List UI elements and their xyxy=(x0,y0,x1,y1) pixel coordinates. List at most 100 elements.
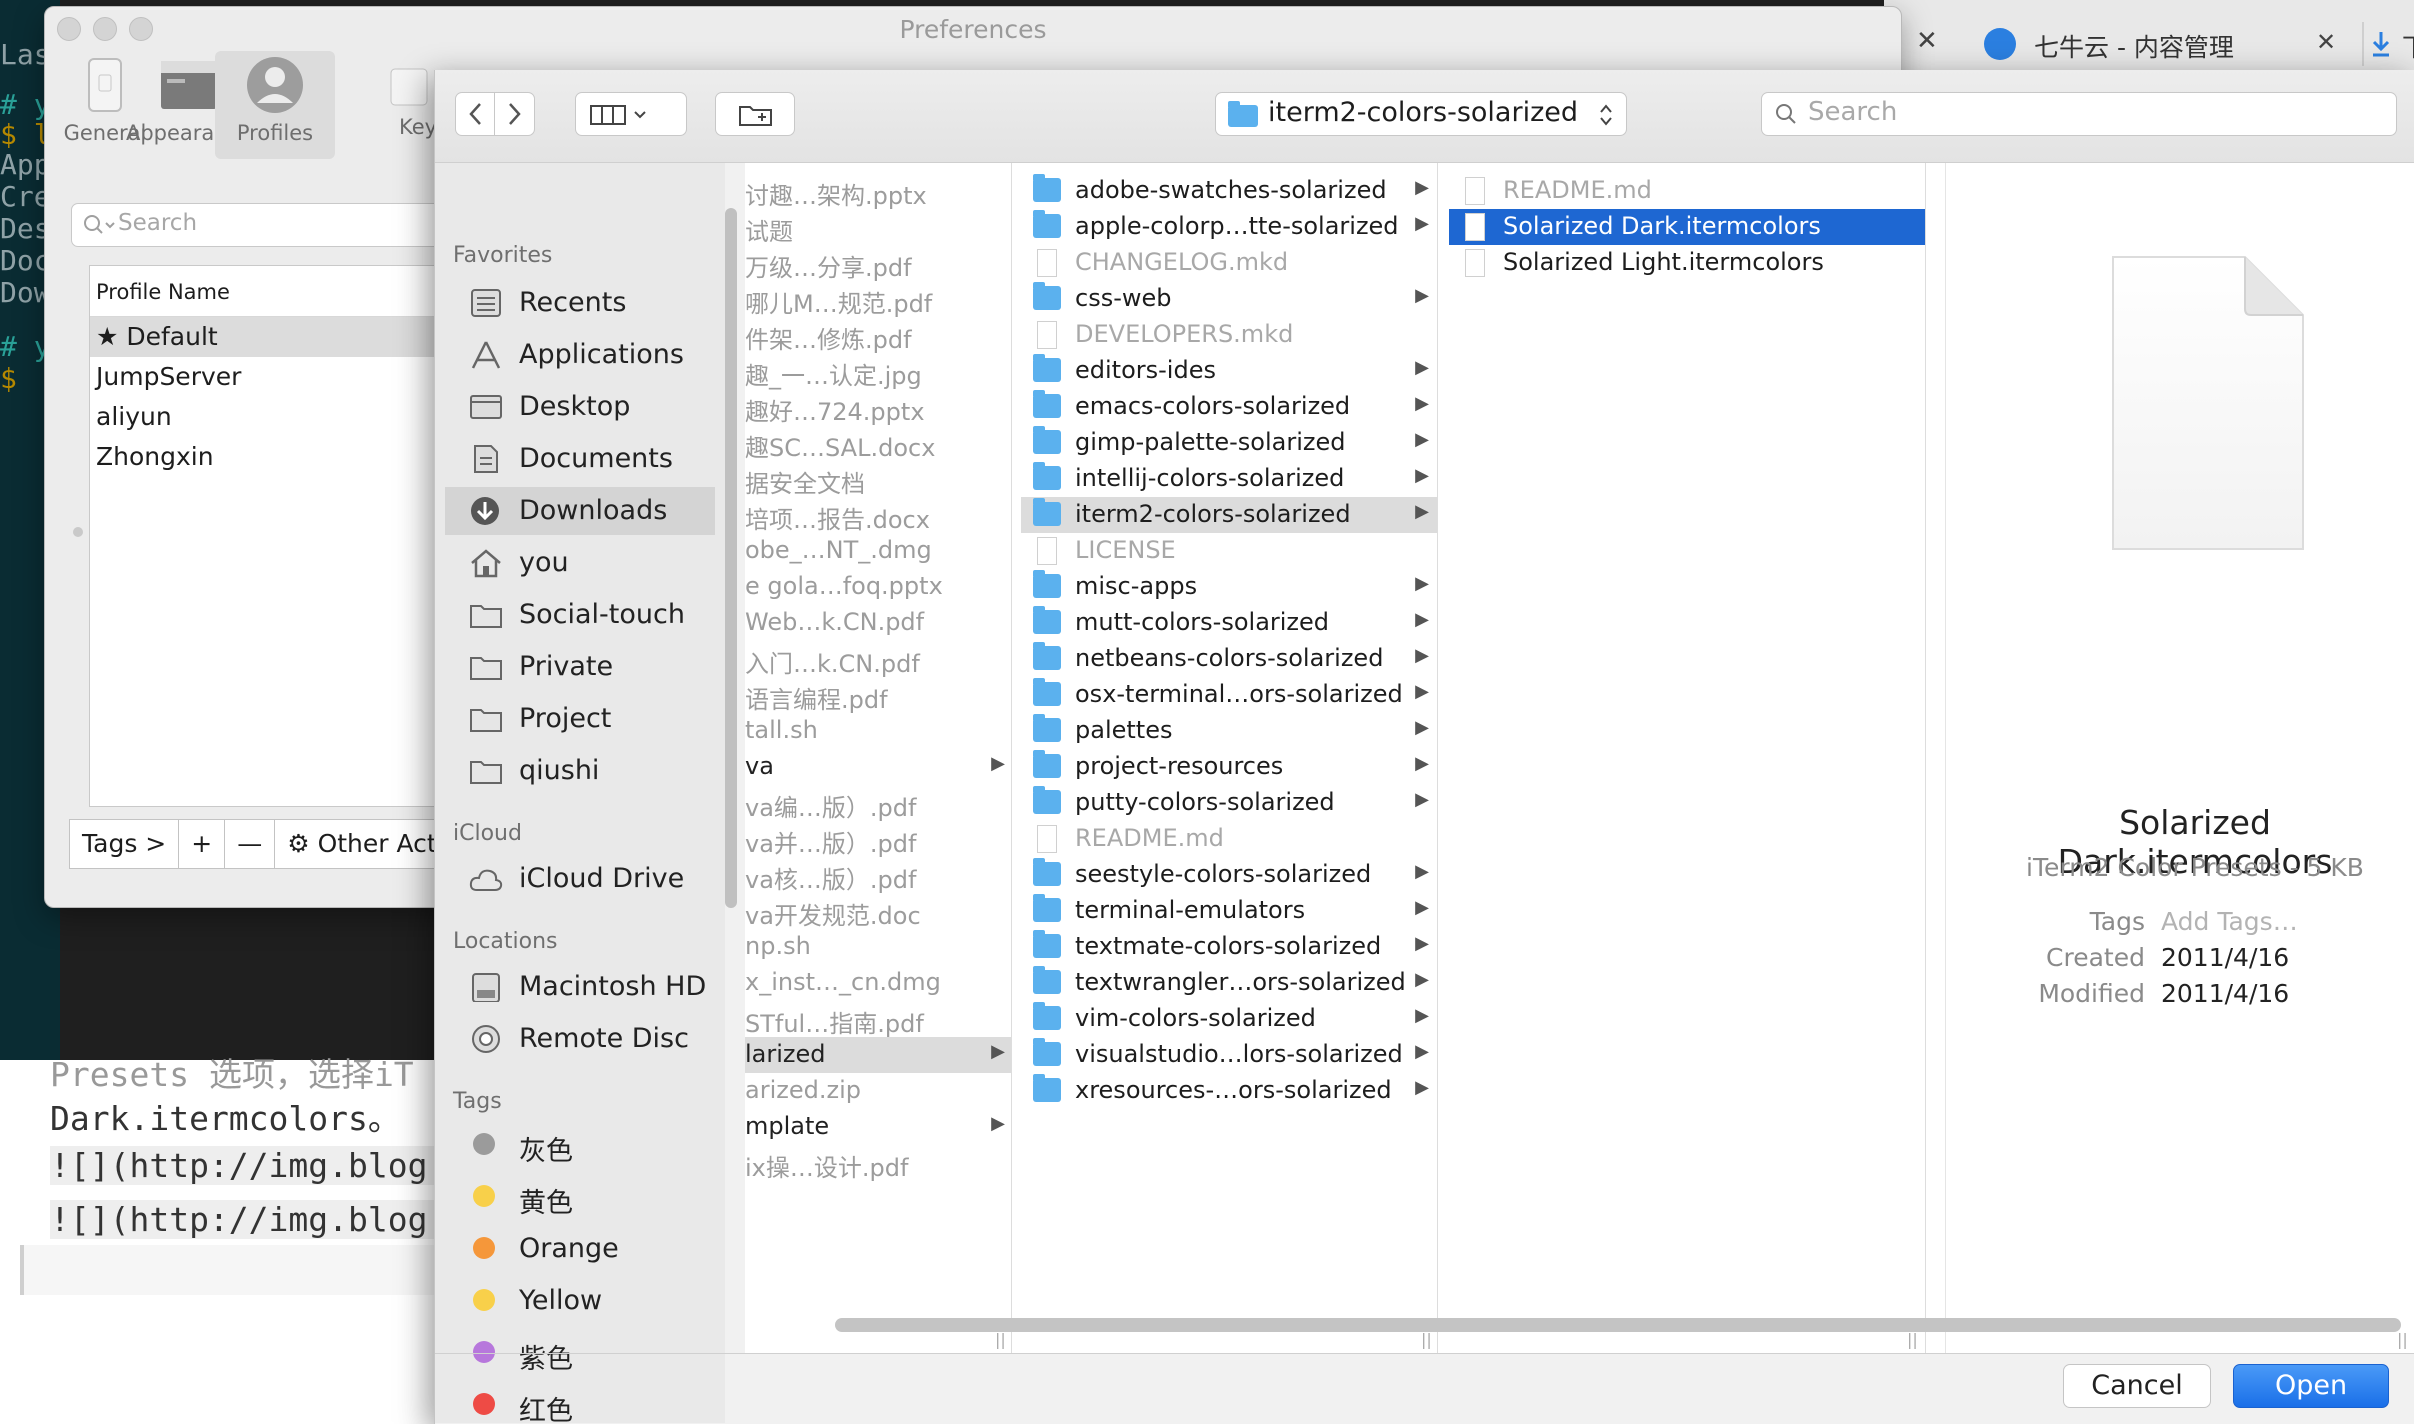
folder-list-item[interactable]: textwrangler…ors-solarized ▶ xyxy=(1021,965,1437,1001)
cancel-button[interactable]: Cancel xyxy=(2063,1364,2211,1408)
browser-tab[interactable]: 七牛云 - 内容管理 ✕ xyxy=(1984,22,2384,68)
sidebar-tag-orange[interactable]: Orange xyxy=(435,1225,715,1273)
file-list-item[interactable]: 讨趣…架构.pptx xyxy=(745,173,1011,210)
tags-button[interactable]: Tags > xyxy=(69,819,180,869)
file-list-item[interactable]: 件架…修炼.pdf xyxy=(745,317,1011,354)
folder-list-item[interactable]: intellij-colors-solarized ▶ xyxy=(1021,461,1437,497)
file-list-item[interactable]: mplate ▶ xyxy=(745,1109,1011,1145)
file-list-item[interactable]: arized.zip xyxy=(745,1073,1011,1109)
folder-list-item[interactable]: editors-ides ▶ xyxy=(1021,353,1437,389)
horizontal-scrollbar-thumb[interactable] xyxy=(835,1318,2401,1332)
column-resize-handle[interactable]: || xyxy=(2397,1330,2408,1349)
folder-list-item[interactable]: seestyle-colors-solarized ▶ xyxy=(1021,857,1437,893)
sidebar-item-social-touch[interactable]: Social-touch xyxy=(435,591,715,639)
sidebar-item-desktop[interactable]: Desktop xyxy=(435,383,715,431)
folder-list-item[interactable]: osx-terminal…ors-solarized ▶ xyxy=(1021,677,1437,713)
column-resize-handle[interactable]: || xyxy=(1907,1330,1918,1349)
column-divider[interactable] xyxy=(1437,163,1438,1353)
folder-list-item[interactable]: project-resources ▶ xyxy=(1021,749,1437,785)
file-list-item[interactable]: va开发规范.doc xyxy=(745,893,1011,930)
file-list-item[interactable]: LICENSE xyxy=(1021,533,1437,569)
add-profile-button[interactable]: + xyxy=(178,819,226,869)
sidebar-item-documents[interactable]: Documents xyxy=(435,435,715,483)
new-folder-button[interactable] xyxy=(715,92,795,136)
sidebar-item-private[interactable]: Private xyxy=(435,643,715,691)
remove-profile-button[interactable]: — xyxy=(224,819,276,869)
tab-close-icon[interactable]: ✕ xyxy=(2316,28,2336,56)
sidebar-item-qiushi[interactable]: qiushi xyxy=(435,747,715,795)
sidebar-item-macintosh-hd[interactable]: Macintosh HD xyxy=(435,963,715,1011)
browser-tab-next[interactable]: 下 xyxy=(2362,26,2414,66)
file-list-item[interactable]: 培项…报告.docx xyxy=(745,497,1011,534)
file-list-item[interactable]: 试题 xyxy=(745,209,1011,246)
path-popup-button[interactable]: iterm2-colors-solarized xyxy=(1215,92,1627,136)
folder-list-item[interactable]: iterm2-colors-solarized ▶ xyxy=(1021,497,1437,533)
sidebar-item-you[interactable]: you xyxy=(435,539,715,587)
file-list-item[interactable]: 万级…分享.pdf xyxy=(745,245,1011,282)
markdown-editor[interactable]: Presets 选项，选择iT Dark.itermcolors。 ![](ht… xyxy=(0,1055,448,1424)
file-list-item[interactable]: Solarized Dark.itermcolors xyxy=(1449,209,1925,245)
sidebar-tag-red[interactable]: 红色 xyxy=(435,1381,715,1423)
file-list-item[interactable]: x_inst…_cn.dmg xyxy=(745,965,1011,1001)
file-list-item[interactable]: DEVELOPERS.mkd xyxy=(1021,317,1437,353)
folder-list-item[interactable]: mutt-colors-solarized ▶ xyxy=(1021,605,1437,641)
file-list-item[interactable]: 语言编程.pdf xyxy=(745,677,1011,714)
folder-list-item[interactable]: css-web ▶ xyxy=(1021,281,1437,317)
sidebar-tag-yellow-cn[interactable]: 黄色 xyxy=(435,1173,715,1221)
splitter-handle[interactable] xyxy=(73,527,83,537)
folder-list-item[interactable]: adobe-swatches-solarized ▶ xyxy=(1021,173,1437,209)
sidebar-item-icloud-drive[interactable]: iCloud Drive xyxy=(435,855,715,903)
folder-list-item[interactable]: gimp-palette-solarized ▶ xyxy=(1021,425,1437,461)
back-icon[interactable] xyxy=(466,101,486,127)
tab-profiles[interactable]: Profiles xyxy=(215,51,335,159)
folder-list-item[interactable]: misc-apps ▶ xyxy=(1021,569,1437,605)
file-list-item[interactable]: va并…版）.pdf xyxy=(745,821,1011,858)
file-list-item[interactable]: ix操…设计.pdf xyxy=(745,1145,1011,1182)
file-list-item[interactable]: obe_…NT_.dmg xyxy=(745,533,1011,569)
file-list-item[interactable]: 趣SC…SAL.docx xyxy=(745,425,1011,462)
file-list-item[interactable]: 据安全文档 xyxy=(745,461,1011,498)
folder-list-item[interactable]: terminal-emulators ▶ xyxy=(1021,893,1437,929)
file-list-item[interactable]: 哪儿M…规范.pdf xyxy=(745,281,1011,318)
forward-icon[interactable] xyxy=(504,101,524,127)
folder-list-item[interactable]: vim-colors-solarized ▶ xyxy=(1021,1001,1437,1037)
file-list-item[interactable]: va ▶ xyxy=(745,749,1011,785)
sidebar-tag-yellow[interactable]: Yellow xyxy=(435,1277,715,1325)
sidebar-scrollbar-thumb[interactable] xyxy=(725,208,737,908)
folder-list-item[interactable]: textmate-colors-solarized ▶ xyxy=(1021,929,1437,965)
sidebar-item-recents[interactable]: Recents xyxy=(435,279,715,327)
folder-list-item[interactable]: emacs-colors-solarized ▶ xyxy=(1021,389,1437,425)
file-list-item[interactable]: np.sh xyxy=(745,929,1011,965)
file-list-item[interactable]: va核…版）.pdf xyxy=(745,857,1011,894)
folder-list-item[interactable]: palettes ▶ xyxy=(1021,713,1437,749)
file-list-item[interactable]: e gola…foq.pptx xyxy=(745,569,1011,605)
dialog-search-field[interactable]: Search xyxy=(1761,92,2397,136)
folder-list-item[interactable]: netbeans-colors-solarized ▶ xyxy=(1021,641,1437,677)
file-list-item[interactable]: larized ▶ xyxy=(745,1037,1011,1073)
sidebar-tag-gray[interactable]: 灰色 xyxy=(435,1121,715,1169)
file-list-item[interactable]: tall.sh xyxy=(745,713,1011,749)
column-resize-handle[interactable]: || xyxy=(1421,1330,1432,1349)
other-actions-button[interactable]: ⚙ Other Acti xyxy=(274,819,457,869)
file-list-item[interactable]: README.md xyxy=(1021,821,1437,857)
sidebar-item-project[interactable]: Project xyxy=(435,695,715,743)
file-list-item[interactable]: CHANGELOG.mkd xyxy=(1021,245,1437,281)
sidebar-item-applications[interactable]: Applications xyxy=(435,331,715,379)
profile-search-field[interactable]: Search xyxy=(71,203,493,247)
file-list-item[interactable]: README.md xyxy=(1449,173,1925,209)
column-divider[interactable] xyxy=(1925,163,1926,1353)
open-button[interactable]: Open xyxy=(2233,1364,2389,1408)
file-list-item[interactable]: 趣好…724.pptx xyxy=(745,389,1011,426)
editor-cursor-line[interactable] xyxy=(20,1245,444,1295)
file-list-item[interactable]: Solarized Light.itermcolors xyxy=(1449,245,1925,281)
view-mode-button[interactable] xyxy=(575,92,687,136)
sidebar-item-remote-disc[interactable]: Remote Disc xyxy=(435,1015,715,1063)
sidebar-item-downloads[interactable]: Downloads xyxy=(445,487,715,535)
file-list-item[interactable]: 入门…k.CN.pdf xyxy=(745,641,1011,678)
folder-list-item[interactable]: apple-colorp…tte-solarized ▶ xyxy=(1021,209,1437,245)
folder-list-item[interactable]: visualstudio…lors-solarized ▶ xyxy=(1021,1037,1437,1073)
file-list-item[interactable]: va编…版）.pdf xyxy=(745,785,1011,822)
column-divider[interactable] xyxy=(1011,163,1012,1353)
file-list-item[interactable]: STful…指南.pdf xyxy=(745,1001,1011,1038)
folder-list-item[interactable]: putty-colors-solarized ▶ xyxy=(1021,785,1437,821)
